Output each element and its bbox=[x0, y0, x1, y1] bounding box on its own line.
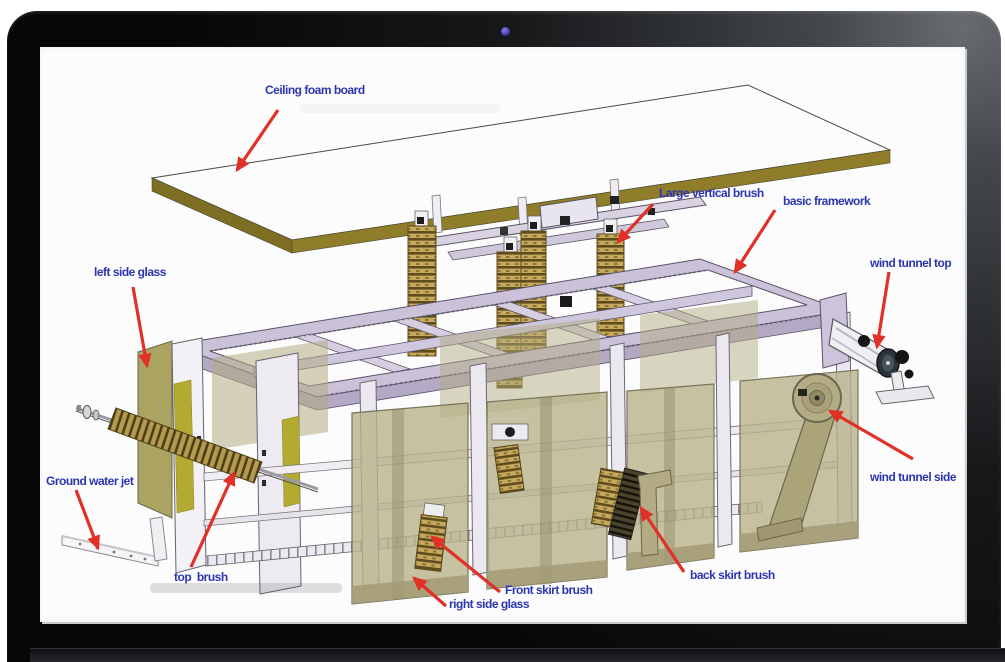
carwash-machine-diagram bbox=[0, 0, 1005, 662]
ground-water-jet-part bbox=[62, 517, 167, 566]
laptop-photo: Ceiling foam boardLarge vertical brushba… bbox=[0, 0, 1005, 662]
watermark-smudge bbox=[150, 583, 342, 593]
watermark-smudge bbox=[300, 104, 500, 113]
laptop-base bbox=[30, 648, 1005, 662]
arrow-basic-framework bbox=[735, 210, 775, 272]
arrow-wind-tunnel-top bbox=[877, 272, 889, 347]
